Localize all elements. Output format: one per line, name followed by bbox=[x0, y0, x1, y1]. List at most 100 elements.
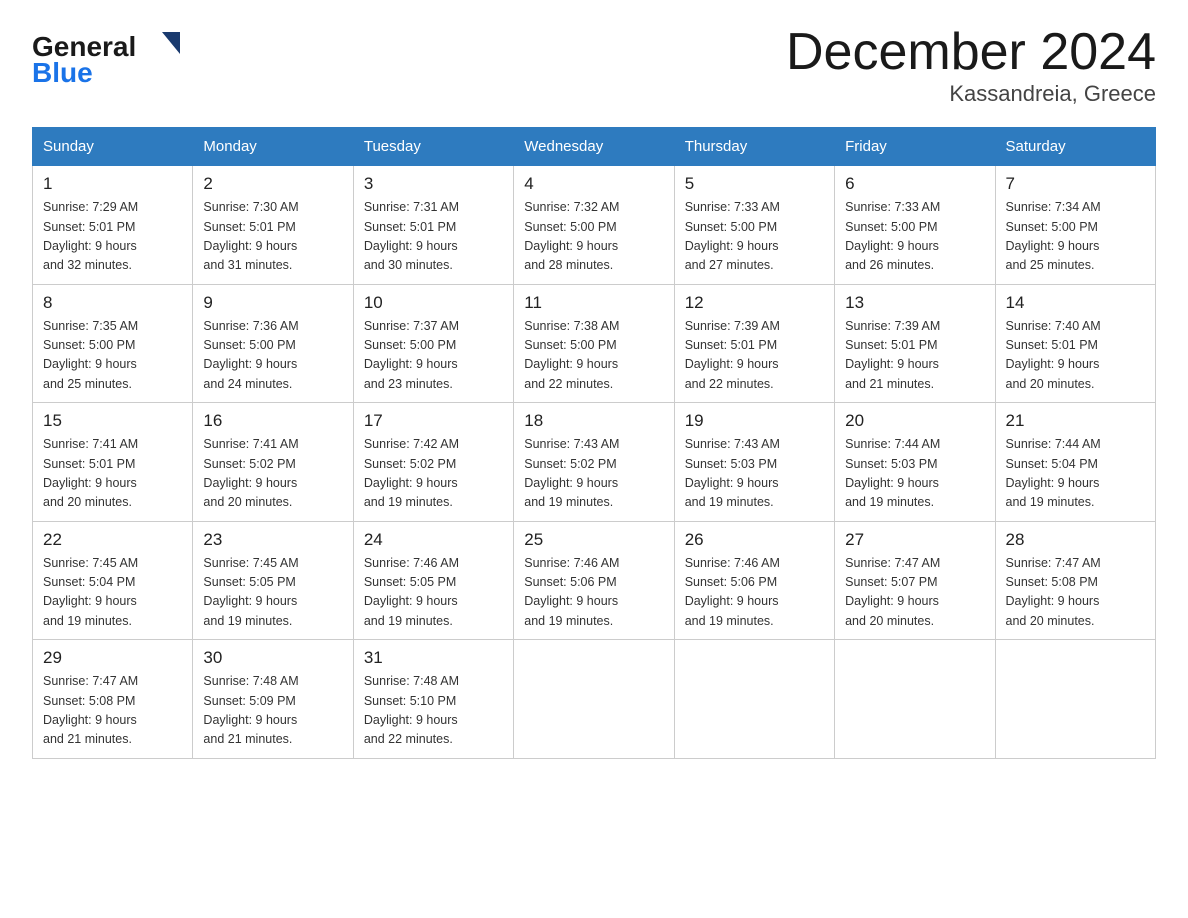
day-number: 4 bbox=[524, 174, 663, 194]
day-number: 7 bbox=[1006, 174, 1145, 194]
day-number: 25 bbox=[524, 530, 663, 550]
header-row: SundayMondayTuesdayWednesdayThursdayFrid… bbox=[33, 128, 1156, 166]
calendar-cell: 6 Sunrise: 7:33 AMSunset: 5:00 PMDayligh… bbox=[835, 166, 995, 285]
day-info: Sunrise: 7:46 AMSunset: 5:06 PMDaylight:… bbox=[685, 556, 780, 628]
calendar-cell: 17 Sunrise: 7:42 AMSunset: 5:02 PMDaylig… bbox=[353, 403, 513, 522]
week-row-1: 1 Sunrise: 7:29 AMSunset: 5:01 PMDayligh… bbox=[33, 166, 1156, 285]
day-number: 21 bbox=[1006, 411, 1145, 431]
calendar-cell: 21 Sunrise: 7:44 AMSunset: 5:04 PMDaylig… bbox=[995, 403, 1155, 522]
calendar-subtitle: Kassandreia, Greece bbox=[786, 81, 1156, 107]
calendar-cell: 27 Sunrise: 7:47 AMSunset: 5:07 PMDaylig… bbox=[835, 521, 995, 640]
day-info: Sunrise: 7:30 AMSunset: 5:01 PMDaylight:… bbox=[203, 200, 298, 272]
day-number: 29 bbox=[43, 648, 182, 668]
calendar-cell: 7 Sunrise: 7:34 AMSunset: 5:00 PMDayligh… bbox=[995, 166, 1155, 285]
day-info: Sunrise: 7:44 AMSunset: 5:03 PMDaylight:… bbox=[845, 437, 940, 509]
day-info: Sunrise: 7:39 AMSunset: 5:01 PMDaylight:… bbox=[685, 319, 780, 391]
day-number: 15 bbox=[43, 411, 182, 431]
day-number: 20 bbox=[845, 411, 984, 431]
day-number: 16 bbox=[203, 411, 342, 431]
day-number: 6 bbox=[845, 174, 984, 194]
day-number: 3 bbox=[364, 174, 503, 194]
page-header: General Blue December 2024 Kassandreia, … bbox=[32, 24, 1156, 107]
day-number: 28 bbox=[1006, 530, 1145, 550]
calendar-cell: 22 Sunrise: 7:45 AMSunset: 5:04 PMDaylig… bbox=[33, 521, 193, 640]
day-number: 1 bbox=[43, 174, 182, 194]
calendar-cell bbox=[995, 640, 1155, 759]
week-row-5: 29 Sunrise: 7:47 AMSunset: 5:08 PMDaylig… bbox=[33, 640, 1156, 759]
calendar-cell: 19 Sunrise: 7:43 AMSunset: 5:03 PMDaylig… bbox=[674, 403, 834, 522]
calendar-cell: 11 Sunrise: 7:38 AMSunset: 5:00 PMDaylig… bbox=[514, 284, 674, 403]
calendar-table: SundayMondayTuesdayWednesdayThursdayFrid… bbox=[32, 127, 1156, 759]
day-number: 30 bbox=[203, 648, 342, 668]
day-number: 22 bbox=[43, 530, 182, 550]
day-info: Sunrise: 7:32 AMSunset: 5:00 PMDaylight:… bbox=[524, 200, 619, 272]
day-number: 11 bbox=[524, 293, 663, 313]
calendar-cell bbox=[514, 640, 674, 759]
calendar-cell: 31 Sunrise: 7:48 AMSunset: 5:10 PMDaylig… bbox=[353, 640, 513, 759]
day-number: 13 bbox=[845, 293, 984, 313]
day-info: Sunrise: 7:48 AMSunset: 5:09 PMDaylight:… bbox=[203, 674, 298, 746]
calendar-cell: 15 Sunrise: 7:41 AMSunset: 5:01 PMDaylig… bbox=[33, 403, 193, 522]
title-block: December 2024 Kassandreia, Greece bbox=[786, 24, 1156, 107]
calendar-cell: 23 Sunrise: 7:45 AMSunset: 5:05 PMDaylig… bbox=[193, 521, 353, 640]
day-info: Sunrise: 7:40 AMSunset: 5:01 PMDaylight:… bbox=[1006, 319, 1101, 391]
day-number: 2 bbox=[203, 174, 342, 194]
col-header-monday: Monday bbox=[193, 128, 353, 166]
day-info: Sunrise: 7:33 AMSunset: 5:00 PMDaylight:… bbox=[685, 200, 780, 272]
calendar-cell: 24 Sunrise: 7:46 AMSunset: 5:05 PMDaylig… bbox=[353, 521, 513, 640]
col-header-sunday: Sunday bbox=[33, 128, 193, 166]
day-number: 23 bbox=[203, 530, 342, 550]
day-number: 19 bbox=[685, 411, 824, 431]
day-number: 31 bbox=[364, 648, 503, 668]
day-info: Sunrise: 7:33 AMSunset: 5:00 PMDaylight:… bbox=[845, 200, 940, 272]
day-number: 18 bbox=[524, 411, 663, 431]
day-info: Sunrise: 7:46 AMSunset: 5:05 PMDaylight:… bbox=[364, 556, 459, 628]
day-info: Sunrise: 7:45 AMSunset: 5:04 PMDaylight:… bbox=[43, 556, 138, 628]
calendar-cell bbox=[674, 640, 834, 759]
day-number: 27 bbox=[845, 530, 984, 550]
day-number: 14 bbox=[1006, 293, 1145, 313]
calendar-cell: 30 Sunrise: 7:48 AMSunset: 5:09 PMDaylig… bbox=[193, 640, 353, 759]
calendar-cell: 29 Sunrise: 7:47 AMSunset: 5:08 PMDaylig… bbox=[33, 640, 193, 759]
svg-text:Blue: Blue bbox=[32, 57, 93, 84]
calendar-cell bbox=[835, 640, 995, 759]
day-number: 5 bbox=[685, 174, 824, 194]
day-info: Sunrise: 7:37 AMSunset: 5:00 PMDaylight:… bbox=[364, 319, 459, 391]
day-info: Sunrise: 7:45 AMSunset: 5:05 PMDaylight:… bbox=[203, 556, 298, 628]
day-info: Sunrise: 7:41 AMSunset: 5:02 PMDaylight:… bbox=[203, 437, 298, 509]
calendar-cell: 18 Sunrise: 7:43 AMSunset: 5:02 PMDaylig… bbox=[514, 403, 674, 522]
calendar-cell: 5 Sunrise: 7:33 AMSunset: 5:00 PMDayligh… bbox=[674, 166, 834, 285]
day-info: Sunrise: 7:42 AMSunset: 5:02 PMDaylight:… bbox=[364, 437, 459, 509]
day-info: Sunrise: 7:35 AMSunset: 5:00 PMDaylight:… bbox=[43, 319, 138, 391]
day-info: Sunrise: 7:29 AMSunset: 5:01 PMDaylight:… bbox=[43, 200, 138, 272]
day-info: Sunrise: 7:47 AMSunset: 5:08 PMDaylight:… bbox=[43, 674, 138, 746]
calendar-cell: 16 Sunrise: 7:41 AMSunset: 5:02 PMDaylig… bbox=[193, 403, 353, 522]
day-number: 17 bbox=[364, 411, 503, 431]
calendar-cell: 25 Sunrise: 7:46 AMSunset: 5:06 PMDaylig… bbox=[514, 521, 674, 640]
calendar-cell: 1 Sunrise: 7:29 AMSunset: 5:01 PMDayligh… bbox=[33, 166, 193, 285]
col-header-friday: Friday bbox=[835, 128, 995, 166]
week-row-2: 8 Sunrise: 7:35 AMSunset: 5:00 PMDayligh… bbox=[33, 284, 1156, 403]
day-info: Sunrise: 7:47 AMSunset: 5:08 PMDaylight:… bbox=[1006, 556, 1101, 628]
calendar-cell: 28 Sunrise: 7:47 AMSunset: 5:08 PMDaylig… bbox=[995, 521, 1155, 640]
col-header-saturday: Saturday bbox=[995, 128, 1155, 166]
day-number: 10 bbox=[364, 293, 503, 313]
calendar-title: December 2024 bbox=[786, 24, 1156, 81]
day-number: 8 bbox=[43, 293, 182, 313]
week-row-3: 15 Sunrise: 7:41 AMSunset: 5:01 PMDaylig… bbox=[33, 403, 1156, 522]
calendar-cell: 10 Sunrise: 7:37 AMSunset: 5:00 PMDaylig… bbox=[353, 284, 513, 403]
logo: General Blue bbox=[32, 24, 192, 84]
calendar-cell: 12 Sunrise: 7:39 AMSunset: 5:01 PMDaylig… bbox=[674, 284, 834, 403]
day-number: 9 bbox=[203, 293, 342, 313]
day-info: Sunrise: 7:46 AMSunset: 5:06 PMDaylight:… bbox=[524, 556, 619, 628]
day-info: Sunrise: 7:38 AMSunset: 5:00 PMDaylight:… bbox=[524, 319, 619, 391]
calendar-cell: 13 Sunrise: 7:39 AMSunset: 5:01 PMDaylig… bbox=[835, 284, 995, 403]
calendar-cell: 14 Sunrise: 7:40 AMSunset: 5:01 PMDaylig… bbox=[995, 284, 1155, 403]
col-header-tuesday: Tuesday bbox=[353, 128, 513, 166]
day-number: 12 bbox=[685, 293, 824, 313]
calendar-cell: 4 Sunrise: 7:32 AMSunset: 5:00 PMDayligh… bbox=[514, 166, 674, 285]
logo-svg: General Blue bbox=[32, 24, 192, 84]
day-info: Sunrise: 7:43 AMSunset: 5:02 PMDaylight:… bbox=[524, 437, 619, 509]
calendar-cell: 20 Sunrise: 7:44 AMSunset: 5:03 PMDaylig… bbox=[835, 403, 995, 522]
col-header-wednesday: Wednesday bbox=[514, 128, 674, 166]
